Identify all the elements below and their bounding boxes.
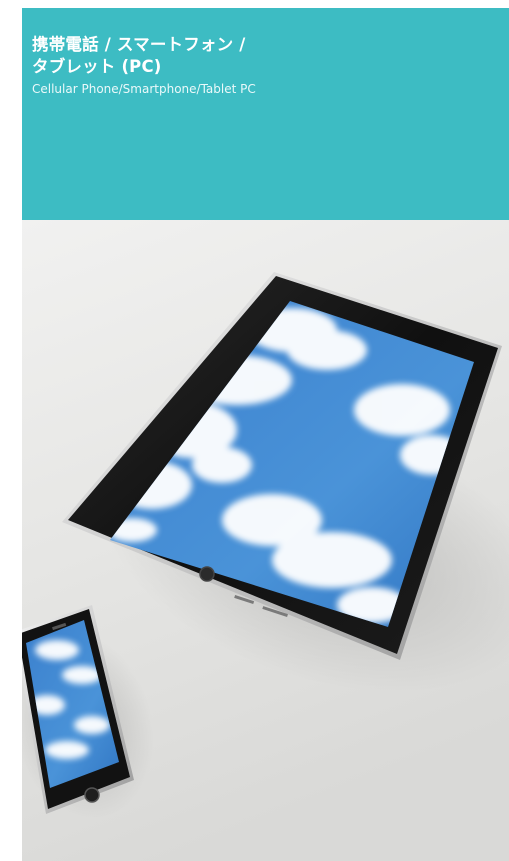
- product-photo: [22, 220, 509, 861]
- category-title: 携帯電話 / スマートフォン / タブレット (PC): [32, 34, 472, 78]
- category-title-line1: 携帯電話 / スマートフォン /: [32, 35, 246, 54]
- category-subtitle: Cellular Phone/Smartphone/Tablet PC: [32, 82, 256, 96]
- category-title-line2: タブレット (PC): [32, 57, 162, 76]
- header-panel: 携帯電話 / スマートフォン / タブレット (PC) Cellular Pho…: [22, 8, 509, 220]
